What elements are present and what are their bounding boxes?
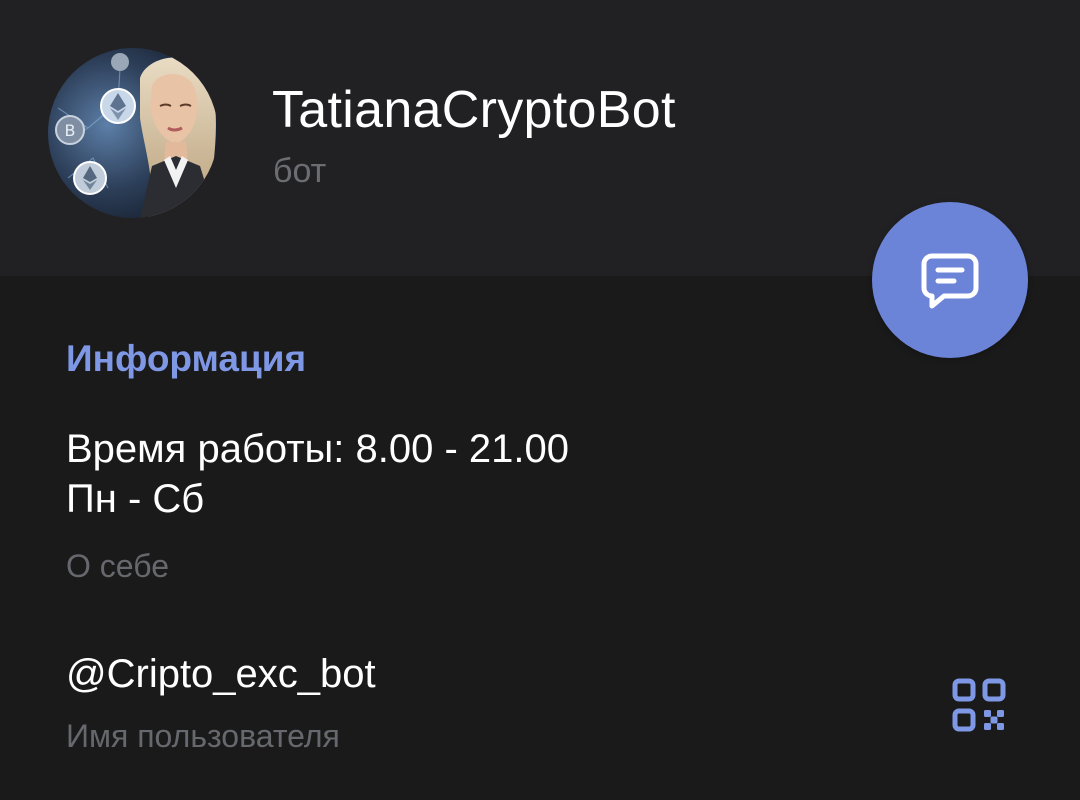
username-value[interactable]: @Cripto_exc_bot <box>66 652 376 697</box>
svg-text:B: B <box>65 121 76 140</box>
qr-code-button[interactable] <box>946 672 1012 738</box>
qr-code-icon <box>952 678 1006 732</box>
section-title-info: Информация <box>66 338 307 379</box>
username-caption: Имя пользователя <box>66 718 340 754</box>
message-icon <box>921 253 979 309</box>
about-caption: О себе <box>66 548 169 584</box>
profile-status: бот <box>273 152 327 190</box>
send-message-button[interactable] <box>872 202 1028 358</box>
profile-page: B TatianaCryptoBot бот Информация Время … <box>0 0 1080 800</box>
about-text[interactable]: Время работы: 8.00 - 21.00 Пн - Сб <box>66 424 569 524</box>
profile-name: TatianaCryptoBot <box>272 81 676 139</box>
about-line: Пн - Сб <box>66 477 205 521</box>
about-line: Время работы: 8.00 - 21.00 <box>66 427 570 471</box>
avatar[interactable]: B <box>48 48 218 218</box>
